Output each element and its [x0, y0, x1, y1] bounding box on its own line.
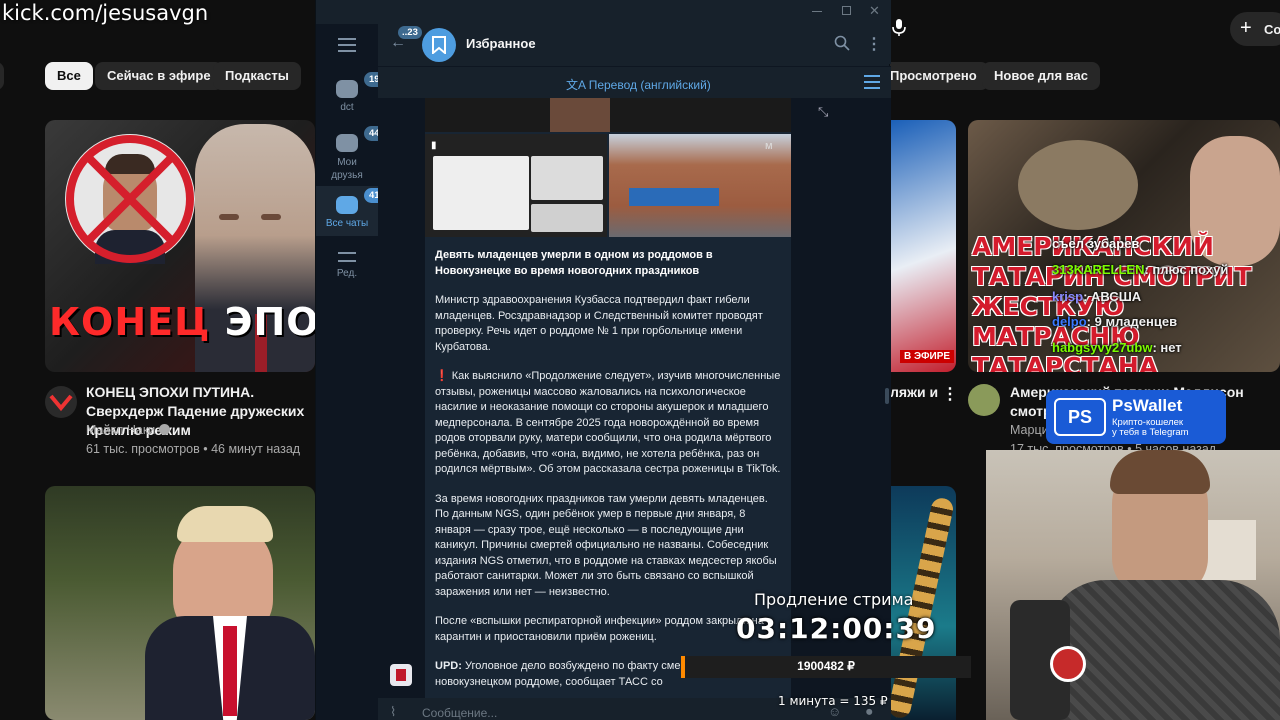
- pswallet-logo: PS: [1054, 398, 1106, 436]
- ad-title: PsWallet: [1112, 396, 1183, 415]
- webcam-feed: [986, 450, 1280, 720]
- folder-sidebar: 193 dct 44 Мои друзья 413 Все чаты Ред.: [316, 24, 390, 720]
- chat-bubble-icon: 44: [336, 126, 385, 152]
- folder-edit[interactable]: Ред.: [316, 252, 378, 279]
- stream-chat-line: съел зубарев: [1052, 236, 1140, 251]
- message-headline: Девять младенцев умерли в одном из роддо…: [435, 249, 713, 277]
- media-building-photo[interactable]: ᴍ: [609, 134, 791, 237]
- chip-new[interactable]: Новое для вас: [982, 62, 1100, 90]
- stream-chat-line: delpo: 9 младенцев: [1052, 314, 1178, 329]
- forward-icon[interactable]: [390, 664, 412, 686]
- live-badge: В ЭФИРЕ: [900, 350, 955, 363]
- stream-chat-line: 313KARELLEN: плюс похуй: [1052, 262, 1229, 277]
- folder-all-chats[interactable]: 413 Все чаты: [316, 188, 390, 229]
- folder-dct[interactable]: 193 dct: [316, 72, 390, 113]
- chats-icon: 413: [336, 188, 390, 214]
- message-paragraph-3: За время новогодних праздников там умерл…: [435, 492, 777, 598]
- translate-settings-icon[interactable]: [864, 75, 880, 89]
- menu-icon[interactable]: [338, 38, 356, 52]
- ad-subtitle: Крипто-кошелек у тебя в Telegram: [1112, 417, 1189, 438]
- countdown-timer: 03:12:00:39: [736, 612, 937, 645]
- folder-friends[interactable]: 44 Мои друзья: [316, 126, 385, 182]
- more-options-icon[interactable]: ⋮: [942, 384, 958, 404]
- thumbnail-text: КОНЕЦ ЭПОХИ: [49, 300, 315, 344]
- chat-bubble-icon: 193: [336, 72, 390, 98]
- chip-watched[interactable]: Просмотрено: [880, 62, 989, 90]
- plus-icon: +: [1240, 17, 1252, 39]
- channel-avatar-1[interactable]: [45, 386, 77, 418]
- message-paragraph-2: ❗ Как выяснило «Продолжение следует», из…: [435, 370, 781, 475]
- chip-live[interactable]: Сейчас в эфире: [95, 62, 223, 90]
- stream-chat-line: habgsyvy27ubw: нет: [1052, 340, 1182, 355]
- media-badge-icon: ᴍ: [765, 140, 773, 152]
- verified-icon: [158, 424, 170, 435]
- video-thumbnail-2[interactable]: В ЭФИРЕ: [890, 120, 956, 372]
- translate-bar[interactable]: 文A Перевод (английский): [378, 66, 891, 98]
- search-icon[interactable]: [834, 35, 850, 51]
- channel-name-1[interactable]: Майкл Наки: [86, 423, 170, 437]
- attach-icon[interactable]: ⌇: [390, 704, 396, 720]
- message-input[interactable]: Сообщение...: [422, 706, 497, 720]
- channel-name-3[interactable]: Марци: [1010, 423, 1049, 437]
- media-top-strip: [425, 98, 791, 132]
- donation-amount: 1900482 ₽: [797, 659, 855, 673]
- mic-logo: [1050, 646, 1086, 682]
- maximize-icon[interactable]: [842, 6, 851, 15]
- more-options-icon[interactable]: ⋮: [866, 34, 882, 54]
- chat-header: ← ..23 Избранное ⋮: [378, 24, 891, 64]
- saved-messages-avatar[interactable]: [422, 28, 456, 62]
- close-icon[interactable]: ✕: [869, 3, 880, 19]
- media-screenshot[interactable]: ▮: [425, 134, 607, 237]
- video-title-2[interactable]: ляжи и: [890, 383, 950, 402]
- minimize-icon[interactable]: [812, 11, 822, 12]
- stream-chat-line: krisp: АВСША: [1052, 289, 1142, 304]
- countdown-title: Продление стрима: [754, 590, 914, 609]
- cross-out-icon: [66, 135, 194, 263]
- create-label: Со: [1264, 22, 1280, 37]
- media-badge-icon: ▮: [431, 140, 437, 151]
- message-paragraph-4: После «вспышки респираторной инфекции» р…: [435, 615, 764, 643]
- back-badge: ..23: [398, 26, 422, 39]
- chip-partial: [0, 62, 4, 90]
- microphone-icon[interactable]: [888, 16, 910, 38]
- channel-url: kick.com/jesusavgn: [2, 1, 209, 25]
- chip-all[interactable]: Все: [45, 62, 93, 90]
- bookmark-icon: [432, 36, 446, 54]
- collapse-icon[interactable]: ⤡: [818, 104, 828, 120]
- sliders-icon: [338, 252, 356, 262]
- create-button[interactable]: + Со: [1230, 12, 1280, 46]
- message-paragraph-1: Министр здравоохранения Кузбасса подтвер…: [435, 294, 763, 353]
- channel-avatar-3[interactable]: [968, 384, 1000, 416]
- translate-label[interactable]: 文A Перевод (английский): [566, 76, 711, 93]
- pswallet-ad[interactable]: PS PsWallet Крипто-кошелек у тебя в Teleg…: [1046, 390, 1226, 444]
- video-thumbnail-1[interactable]: КОНЕЦ ЭПОХИ: [45, 120, 315, 372]
- translate-icon: 文A: [566, 78, 586, 92]
- message-bubble[interactable]: ▮ ᴍ Девять младенцев умерли в одном из р…: [425, 98, 791, 698]
- video-thumbnail-4[interactable]: [45, 486, 315, 720]
- progress-bar: 1900482 ₽: [681, 656, 971, 678]
- donation-rate: 1 минута = 135 ₽: [778, 694, 888, 708]
- chip-podcasts[interactable]: Подкасты: [213, 62, 301, 90]
- video-meta-1: 61 тыс. просмотров • 46 минут назад: [86, 442, 301, 456]
- window-titlebar: ✕: [316, 0, 891, 24]
- scrollbar-thumb[interactable]: [885, 388, 889, 404]
- chat-title[interactable]: Избранное: [466, 36, 536, 51]
